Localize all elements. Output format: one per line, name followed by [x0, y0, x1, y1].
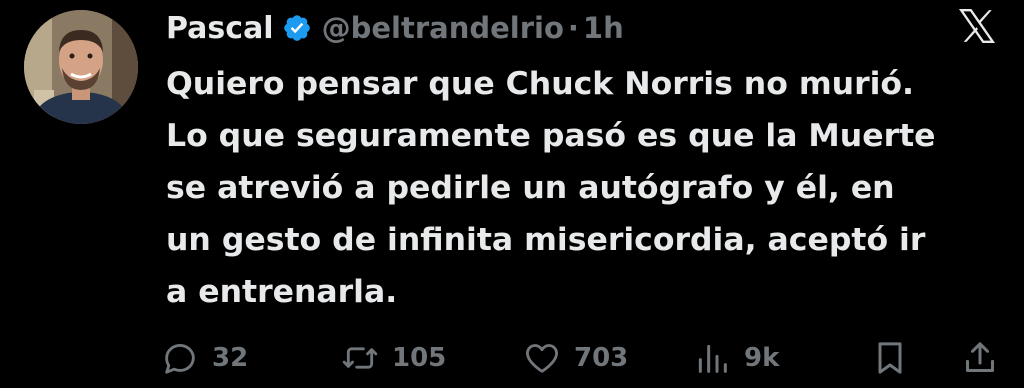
tweet-text: Quiero pensar que Chuck Norris no murió.…	[166, 58, 1006, 318]
reply-button[interactable]: 32	[160, 336, 248, 380]
tweet-line: a entrenarla.	[166, 274, 398, 310]
like-icon	[526, 344, 558, 373]
views-button[interactable]: 9k	[692, 336, 779, 380]
author-handle[interactable]: @beltrandelrio	[322, 11, 564, 45]
separator-dot: ·	[567, 11, 579, 45]
tweet-line: Quiero pensar que Chuck Norris no murió.	[166, 66, 915, 102]
action-bar: 32 105 703 9k	[160, 336, 1010, 380]
avatar[interactable]	[24, 10, 138, 124]
retweet-icon	[342, 347, 378, 369]
views-icon	[698, 344, 727, 373]
tweet-line: se atrevió a pedirle un autógrafo y él, …	[166, 170, 895, 206]
tweet-header: Pascal @beltrandelrio · 1h	[166, 8, 624, 48]
share-icon	[966, 342, 994, 372]
author-name[interactable]: Pascal	[166, 11, 274, 46]
reply-icon	[165, 344, 195, 374]
bookmark-button[interactable]	[870, 336, 910, 380]
retweet-count: 105	[392, 343, 447, 373]
share-button[interactable]	[960, 336, 1000, 380]
tweet: Pascal @beltrandelrio · 1h Quiero pensar…	[0, 0, 1024, 388]
x-logo-icon[interactable]	[955, 6, 999, 46]
reply-count: 32	[212, 343, 249, 373]
bookmark-icon	[878, 342, 902, 374]
retweet-button[interactable]: 105	[340, 336, 446, 380]
tweet-line: Lo que seguramente pasó es que la Muerte	[166, 118, 936, 154]
like-button[interactable]: 703	[522, 336, 628, 380]
timestamp[interactable]: 1h	[583, 11, 624, 45]
verified-badge-icon	[283, 15, 310, 41]
tweet-line: un gesto de infinita misericordia, acept…	[166, 222, 926, 258]
views-count: 9k	[744, 343, 780, 373]
like-count: 703	[574, 343, 629, 373]
